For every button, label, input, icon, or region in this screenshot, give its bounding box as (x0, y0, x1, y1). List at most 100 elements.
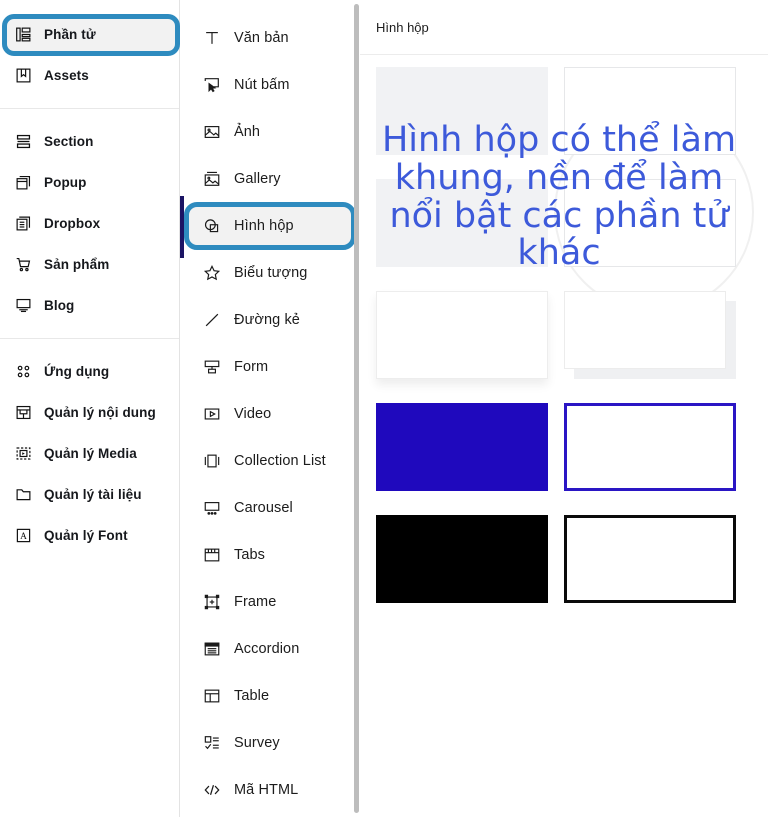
blue-border-box (564, 403, 736, 491)
tabs-icon (202, 545, 221, 564)
collection-list-icon (202, 451, 221, 470)
section-icon (14, 133, 32, 151)
carousel-icon (202, 498, 221, 517)
folder-icon (14, 486, 32, 504)
shape-card-filled-blue[interactable] (376, 403, 548, 491)
element-item-label: Form (234, 358, 269, 375)
blog-monitor-icon (14, 297, 32, 315)
star-icon (202, 263, 221, 282)
apps-grid-icon (14, 363, 32, 381)
element-item-label: Nút bấm (234, 76, 290, 93)
shape-card-blue-border[interactable] (564, 403, 736, 491)
element-item-label: Đường kẻ (234, 311, 300, 328)
element-item-html-code[interactable]: Mã HTML (180, 766, 360, 813)
scrollbar-thumb[interactable] (354, 4, 359, 813)
code-html-icon (202, 780, 221, 799)
app-root: Phần tử Assets Section Popup Dropbox Sản… (0, 0, 768, 817)
element-item-video[interactable]: Video (180, 390, 360, 437)
shape-card-black-border[interactable] (564, 515, 736, 603)
sidebar-item-label: Blog (44, 298, 75, 313)
element-item-survey[interactable]: Survey (180, 719, 360, 766)
survey-icon (202, 733, 221, 752)
shape-card-offset-shadow[interactable] (564, 291, 736, 379)
element-item-collection-list[interactable]: Collection List (180, 437, 360, 484)
element-item-tabs[interactable]: Tabs (180, 531, 360, 578)
element-item-carousel[interactable]: Carousel (180, 484, 360, 531)
sidebar-item-media-manager[interactable]: Quản lý Media (0, 433, 179, 474)
sidebar-item-label: Quản lý tài liệu (44, 487, 142, 502)
popup-icon (14, 174, 32, 192)
element-item-button[interactable]: Nút bấm (180, 61, 360, 108)
element-item-line[interactable]: Đường kẻ (180, 296, 360, 343)
shape-card-outline-light[interactable] (564, 67, 736, 155)
dropbox-icon (14, 215, 32, 233)
shape-row (376, 403, 748, 491)
shape-row (376, 291, 748, 379)
sidebar-item-label: Quản lý Font (44, 528, 128, 543)
element-item-label: Ảnh (234, 123, 261, 140)
element-item-image[interactable]: Ảnh (180, 108, 360, 155)
sidebar-item-label: Section (44, 134, 94, 149)
filled-gray-box (376, 67, 548, 155)
sidebar-item-assets[interactable]: Assets (0, 55, 179, 96)
preview-panel: Hình hộp Hình hộp có thể làm khung, nền … (360, 0, 768, 817)
button-cursor-icon (202, 75, 221, 94)
sidebar-item-label: Quản lý nội dung (44, 405, 156, 420)
sidebar-item-elements[interactable]: Phần tử (0, 14, 179, 55)
element-item-table[interactable]: Table (180, 672, 360, 719)
sidebar-item-dropbox[interactable]: Dropbox (0, 203, 179, 244)
form-icon (202, 357, 221, 376)
shape-card-filled-gray[interactable] (376, 67, 548, 155)
element-item-label: Accordion (234, 640, 300, 657)
line-icon (202, 310, 221, 329)
element-item-label: Biểu tượng (234, 264, 308, 281)
outline-light-box-2 (564, 179, 736, 267)
table-icon (202, 686, 221, 705)
video-play-icon (202, 404, 221, 423)
element-item-shape-box[interactable]: Hình hộp (180, 202, 360, 249)
font-manager-icon: A (14, 527, 32, 545)
shape-card-outline-light-2[interactable] (564, 179, 736, 267)
sidebar-group-content: Section Popup Dropbox Sản phẩm Blog (0, 108, 179, 326)
element-item-accordion[interactable]: Accordion (180, 625, 360, 672)
sidebar-item-label: Ứng dụng (44, 364, 110, 379)
element-item-label: Văn bản (234, 29, 289, 46)
sidebar-item-popup[interactable]: Popup (0, 162, 179, 203)
assets-bookmark-icon (14, 67, 32, 85)
shape-card-filled-black[interactable] (376, 515, 548, 603)
sidebar-item-blog[interactable]: Blog (0, 285, 179, 326)
element-item-label: Survey (234, 734, 280, 751)
element-item-gallery[interactable]: Gallery (180, 155, 360, 202)
shape-row (376, 67, 748, 155)
sidebar-item-apps[interactable]: Ứng dụng (0, 351, 179, 392)
element-item-label: Tabs (234, 546, 266, 563)
sidebar-item-label: Assets (44, 68, 89, 83)
elements-icon (14, 26, 32, 44)
preview-header: Hình hộp (360, 0, 768, 55)
outline-light-box (564, 67, 736, 155)
filled-gray-box-2 (376, 179, 548, 267)
shape-card-grid (360, 55, 768, 603)
element-item-frame[interactable]: Frame (180, 578, 360, 625)
element-item-label: Table (234, 687, 270, 704)
element-item-icon[interactable]: Biểu tượng (180, 249, 360, 296)
filled-blue-box (376, 403, 548, 491)
accordion-icon (202, 639, 221, 658)
black-border-box (564, 515, 736, 603)
shape-card-shadow[interactable] (376, 291, 548, 379)
sidebar-item-label: Quản lý Media (44, 446, 137, 461)
offset-shadow-box (564, 291, 726, 369)
sidebar-item-label: Phần tử (44, 27, 96, 42)
sidebar-item-label: Sản phẩm (44, 257, 110, 272)
shape-card-filled-gray-2[interactable] (376, 179, 548, 267)
sidebar-item-font-manager[interactable]: A Quản lý Font (0, 515, 179, 556)
element-item-text[interactable]: Văn bản (180, 14, 360, 61)
element-item-label: Hình hộp (234, 217, 294, 234)
sidebar-item-content-manager[interactable]: Quản lý nội dung (0, 392, 179, 433)
element-item-form[interactable]: Form (180, 343, 360, 390)
text-icon (202, 28, 221, 47)
image-icon (202, 122, 221, 141)
sidebar-item-products[interactable]: Sản phẩm (0, 244, 179, 285)
sidebar-item-document-manager[interactable]: Quản lý tài liệu (0, 474, 179, 515)
sidebar-item-section[interactable]: Section (0, 121, 179, 162)
